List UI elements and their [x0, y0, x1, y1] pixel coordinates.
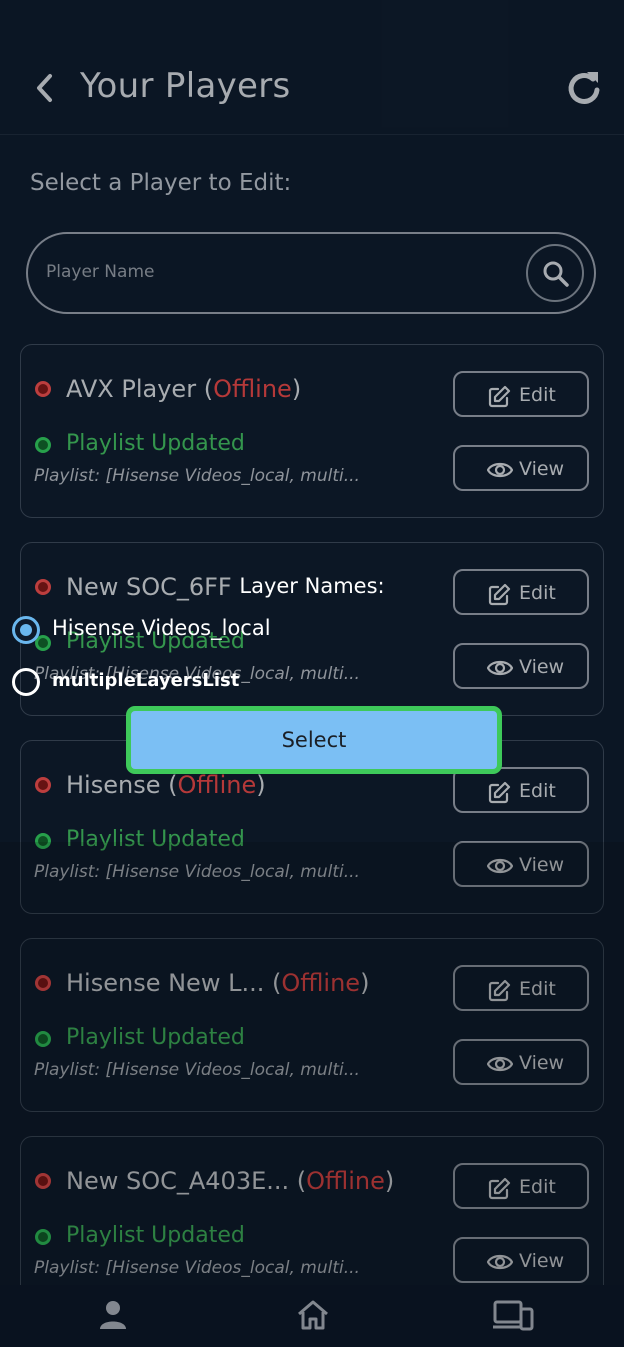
layer-radio-selected[interactable]	[12, 616, 40, 644]
select-button[interactable]: Select	[126, 706, 502, 774]
layer-option-label[interactable]: multipleLayersList	[52, 670, 239, 691]
layer-option-label[interactable]: Hisense Videos_local	[52, 616, 271, 640]
modal-backdrop[interactable]	[0, 842, 624, 1347]
layer-radio-unselected[interactable]	[12, 668, 40, 696]
modal-title: Layer Names:	[239, 574, 385, 598]
